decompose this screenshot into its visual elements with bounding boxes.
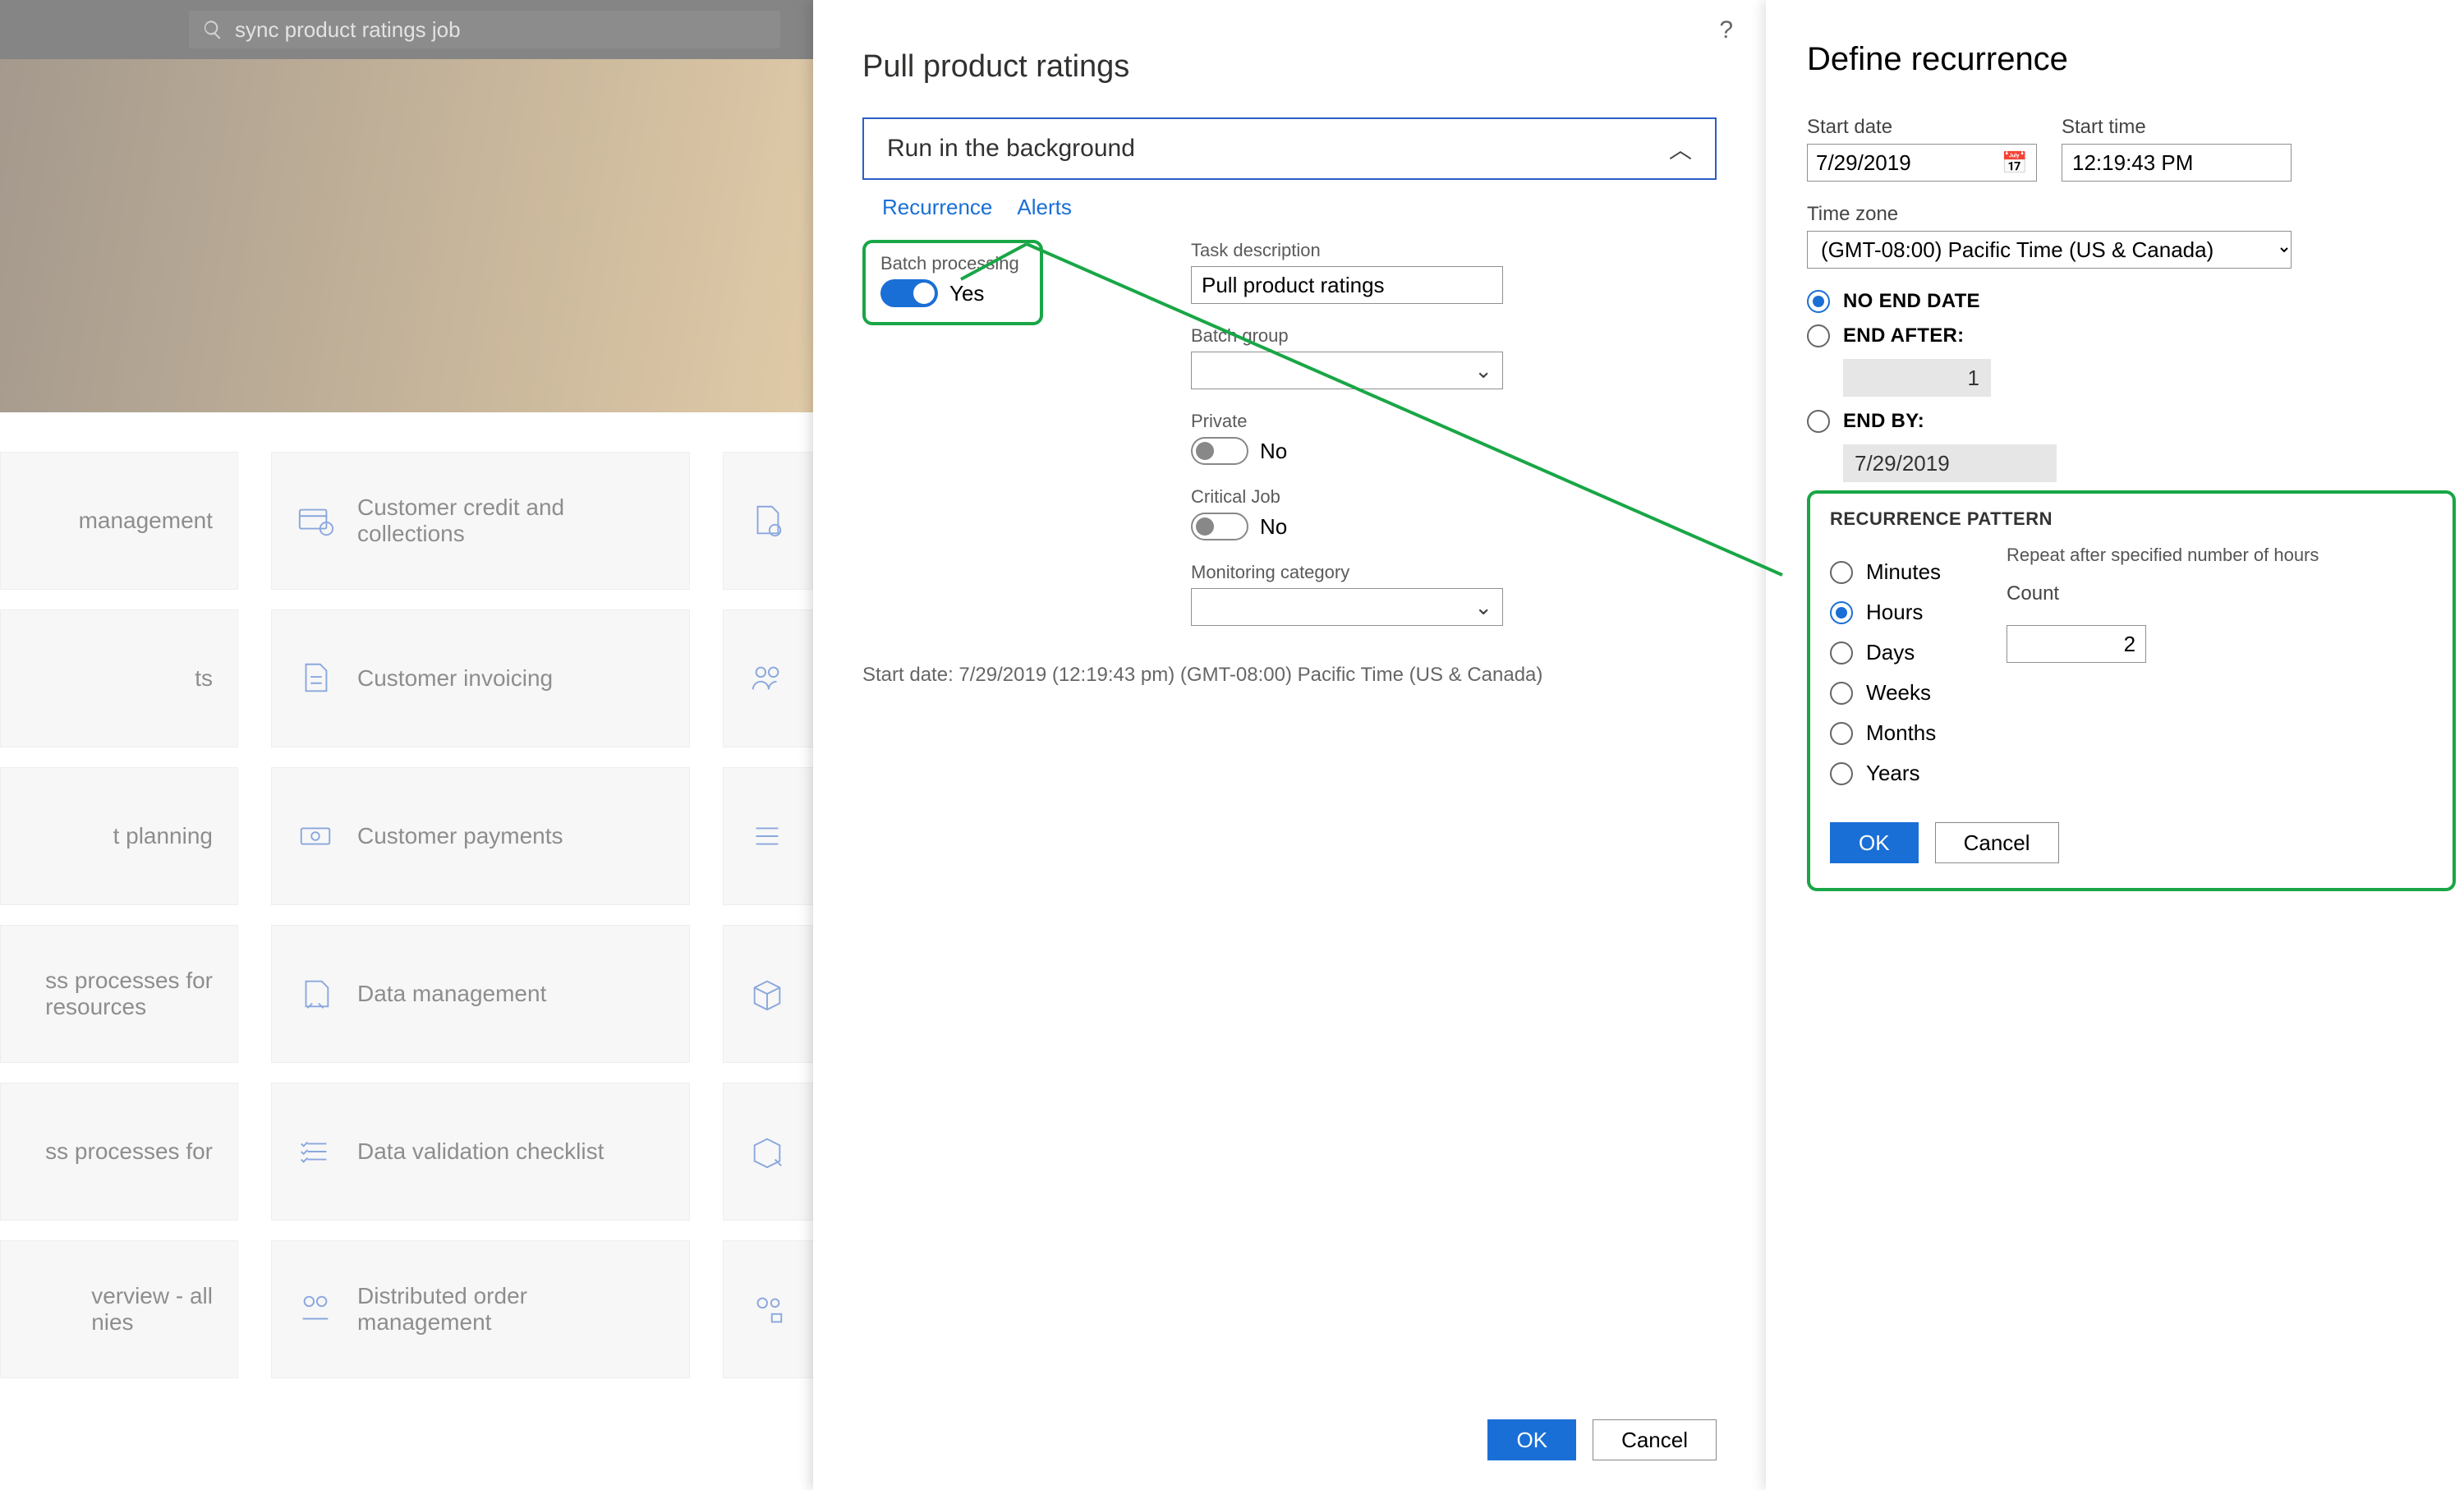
recurrence-pattern-header: RECURRENCE PATTERN [1830, 508, 2433, 530]
panel2-title: Define recurrence [1807, 41, 2434, 78]
recurrence-unit-days[interactable]: Days [1830, 640, 1941, 665]
batch-processing-label: Batch processing [880, 253, 1025, 274]
end-after-count[interactable] [1843, 359, 1991, 397]
define-recurrence-panel: Define recurrence Start date 7/29/2019 📅… [1766, 0, 2464, 1490]
batch-group-label: Batch group [1191, 325, 1717, 347]
pull-product-ratings-panel: ? Pull product ratings Run in the backgr… [813, 0, 1766, 1490]
timezone-select[interactable]: (GMT-08:00) Pacific Time (US & Canada) [1807, 231, 2292, 269]
recurrence-unit-hours[interactable]: Hours [1830, 600, 1941, 625]
end-after-radio[interactable]: END AFTER: [1807, 324, 2434, 347]
chevron-up-icon: ︿ [1669, 132, 1692, 165]
private-label: Private [1191, 411, 1717, 432]
recurrence-unit-years[interactable]: Years [1830, 761, 1941, 786]
recurrence-hint: Repeat after specified number of hours [2007, 545, 2433, 566]
critical-job-label: Critical Job [1191, 486, 1717, 508]
run-in-background-section[interactable]: Run in the background ︿ [862, 117, 1717, 180]
no-end-date-radio[interactable]: NO END DATE [1807, 290, 2434, 313]
count-input[interactable] [2007, 625, 2146, 663]
sub-links: Recurrence Alerts [862, 195, 1717, 220]
panel2-cancel-button[interactable]: Cancel [1935, 822, 2059, 863]
section-label: Run in the background [887, 135, 1135, 163]
end-by-date[interactable] [1843, 444, 2057, 482]
panel2-ok-button[interactable]: OK [1830, 822, 1919, 863]
start-time-input[interactable] [2062, 144, 2292, 182]
panel1-title: Pull product ratings [862, 49, 1717, 85]
monitoring-category-select[interactable]: ⌄ [1191, 588, 1503, 626]
panel1-ok-button[interactable]: OK [1487, 1419, 1576, 1460]
recurrence-unit-radios: Minutes Hours Days Weeks Months Years [1830, 545, 1941, 801]
alerts-link[interactable]: Alerts [1017, 195, 1071, 220]
monitoring-category-label: Monitoring category [1191, 562, 1717, 583]
recurrence-unit-minutes[interactable]: Minutes [1830, 559, 1941, 585]
panel1-cancel-button[interactable]: Cancel [1593, 1419, 1717, 1460]
batch-group-select[interactable]: ⌄ [1191, 352, 1503, 389]
end-by-radio[interactable]: END BY: [1807, 410, 2434, 433]
start-date-label: Start date [1807, 116, 2037, 139]
start-time-label: Start time [2062, 116, 2292, 139]
task-description-label: Task description [1191, 240, 1717, 261]
calendar-icon: 📅 [2002, 150, 2028, 176]
critical-job-toggle[interactable]: No [1191, 513, 1717, 540]
batch-processing-toggle[interactable]: Yes [880, 279, 1025, 307]
help-icon[interactable]: ? [1719, 16, 1733, 44]
timezone-label: Time zone [1807, 203, 2434, 226]
task-description-input[interactable] [1191, 266, 1503, 304]
private-toggle[interactable]: No [1191, 437, 1717, 465]
recurrence-unit-months[interactable]: Months [1830, 720, 1941, 746]
start-date-input[interactable]: 7/29/2019 📅 [1807, 144, 2037, 182]
recurrence-pattern-highlight: RECURRENCE PATTERN Minutes Hours Days Weeks… [1807, 490, 2456, 891]
count-label: Count [2007, 582, 2433, 605]
recurrence-link[interactable]: Recurrence [882, 195, 992, 220]
recurrence-unit-weeks[interactable]: Weeks [1830, 680, 1941, 706]
start-date-summary: Start date: 7/29/2019 (12:19:43 pm) (GMT… [862, 664, 1717, 687]
chevron-down-icon: ⌄ [1474, 358, 1492, 384]
batch-processing-highlight: Batch processing Yes [862, 240, 1043, 325]
chevron-down-icon: ⌄ [1474, 595, 1492, 620]
